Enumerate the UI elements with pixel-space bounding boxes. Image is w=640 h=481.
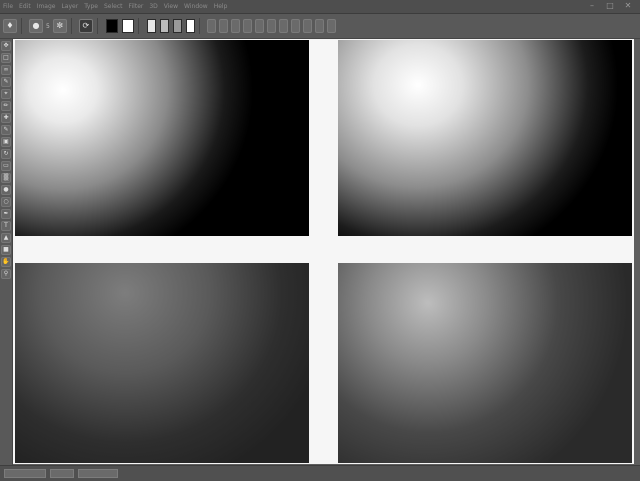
- gradient-preset-2[interactable]: [159, 19, 169, 33]
- stamp-tool-icon[interactable]: ▣: [1, 137, 11, 147]
- document-tab-1[interactable]: [4, 469, 46, 478]
- gradient-preset-4[interactable]: [185, 19, 195, 33]
- gradient-preset-1[interactable]: [146, 19, 156, 33]
- marquee-tool-icon[interactable]: □: [1, 53, 11, 63]
- dodge-tool-icon[interactable]: ○: [1, 197, 11, 207]
- healing-tool-icon[interactable]: ✚: [1, 113, 11, 123]
- menu-layer[interactable]: Layer: [58, 0, 81, 13]
- gradient-tool-icon[interactable]: ▒: [1, 173, 11, 183]
- path-select-tool-icon[interactable]: ▲: [1, 233, 11, 243]
- pen-tool-icon[interactable]: ✒: [1, 209, 11, 219]
- type-tool-icon[interactable]: T: [1, 221, 11, 231]
- eraser-tool-icon[interactable]: ▭: [1, 161, 11, 171]
- hand-tool-icon[interactable]: ✋: [1, 257, 11, 267]
- brush-panel-toggle[interactable]: ✼: [52, 19, 67, 33]
- status-bar: [0, 465, 640, 481]
- gradient-panel-bottom-left: [15, 263, 309, 463]
- angle-gradient-button[interactable]: [230, 19, 240, 33]
- mode-button[interactable]: ⟳: [78, 19, 93, 33]
- menu-3d[interactable]: 3D: [146, 0, 160, 13]
- document-tab-3[interactable]: [78, 469, 118, 478]
- brush-tool-icon[interactable]: ✎: [1, 125, 11, 135]
- option-button-6[interactable]: [266, 19, 276, 33]
- separator: [96, 18, 98, 34]
- menu-select[interactable]: Select: [101, 0, 126, 13]
- shape-tool-icon[interactable]: ■: [1, 245, 11, 255]
- menu-bar: File Edit Image Layer Type Select Filter…: [0, 0, 640, 14]
- quick-select-tool-icon[interactable]: ✎: [1, 77, 11, 87]
- diamond-gradient-button[interactable]: [254, 19, 264, 33]
- menu-filter[interactable]: Filter: [126, 0, 147, 13]
- history-tool-icon[interactable]: ↻: [1, 149, 11, 159]
- minimize-button[interactable]: –: [586, 1, 598, 11]
- option-button-7[interactable]: [278, 19, 288, 33]
- brush-preset-button[interactable]: ●: [29, 19, 43, 33]
- menu-type[interactable]: Type: [81, 0, 101, 13]
- menu-window[interactable]: Window: [181, 0, 211, 13]
- gradient-panel-bottom-right: [338, 263, 632, 463]
- lasso-tool-icon[interactable]: ∞: [1, 65, 11, 75]
- option-button-9[interactable]: [302, 19, 312, 33]
- brush-panel-icon: ✼: [56, 21, 64, 30]
- reflected-gradient-button[interactable]: [242, 19, 252, 33]
- brush-icon: ♦: [6, 21, 14, 30]
- menu-help[interactable]: Help: [211, 0, 231, 13]
- menu-file[interactable]: File: [0, 0, 16, 13]
- options-bar: ♦ ● 5 ✼ ⟳: [0, 14, 640, 39]
- option-button-11[interactable]: [326, 19, 336, 33]
- separator: [137, 18, 139, 34]
- foreground-swatch[interactable]: [105, 19, 118, 33]
- document-tab-2[interactable]: [50, 469, 74, 478]
- gradient-panel-top-left: [15, 40, 309, 236]
- tool-preset-picker[interactable]: ♦: [3, 19, 17, 33]
- mode-icon: ⟳: [82, 21, 90, 30]
- radial-gradient-button[interactable]: [218, 19, 228, 33]
- option-button-10[interactable]: [314, 19, 324, 33]
- gradient-preset-3[interactable]: [172, 19, 182, 33]
- maximize-button[interactable]: □: [604, 1, 616, 11]
- zoom-tool-icon[interactable]: ⚲: [1, 269, 11, 279]
- document-canvas[interactable]: [13, 39, 634, 464]
- separator: [198, 18, 200, 34]
- move-tool-icon[interactable]: ✥: [1, 41, 11, 51]
- separator: [21, 18, 22, 34]
- background-swatch[interactable]: [121, 19, 134, 33]
- menu-edit[interactable]: Edit: [16, 0, 34, 13]
- eyedropper-tool-icon[interactable]: ✏: [1, 101, 11, 111]
- brush-tip-icon: ●: [32, 21, 40, 30]
- option-button-8[interactable]: [290, 19, 300, 33]
- tools-panel: ✥ □ ∞ ✎ ⌖ ✏ ✚ ✎ ▣ ↻ ▭ ▒ ● ○ ✒ T ▲ ■ ✋ ⚲: [0, 39, 13, 465]
- separator: [70, 18, 72, 34]
- menu-image[interactable]: Image: [34, 0, 59, 13]
- linear-gradient-button[interactable]: [206, 19, 216, 33]
- close-button[interactable]: ✕: [622, 1, 634, 11]
- menu-view[interactable]: View: [161, 0, 181, 13]
- crop-tool-icon[interactable]: ⌖: [1, 89, 11, 99]
- gradient-panel-top-right: [338, 40, 632, 236]
- blur-tool-icon[interactable]: ●: [1, 185, 11, 195]
- brush-size[interactable]: 5: [46, 23, 50, 30]
